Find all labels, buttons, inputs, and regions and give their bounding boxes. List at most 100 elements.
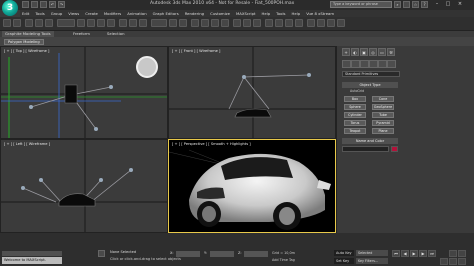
- angle-snap-icon[interactable]: [201, 19, 209, 27]
- communication-center-icon[interactable]: [403, 1, 410, 8]
- render-setup-icon[interactable]: [317, 19, 325, 27]
- key-filters-button[interactable]: Key Filters...: [356, 258, 388, 264]
- previous-frame-icon[interactable]: ◀: [401, 250, 409, 257]
- menu-maxscript[interactable]: MAXScript: [236, 10, 256, 17]
- space-warps-icon[interactable]: [387, 60, 396, 68]
- helpers-icon[interactable]: [378, 60, 387, 68]
- object-type-rollout-header[interactable]: Object Type: [342, 82, 398, 88]
- viewport-label-left[interactable]: [ + ] [ Left ] [ Wireframe ]: [4, 142, 50, 146]
- align-icon[interactable]: [253, 19, 261, 27]
- geosphere-button[interactable]: GeoSphere: [372, 104, 394, 110]
- curve-editor-icon[interactable]: [285, 19, 293, 27]
- named-selection-icon[interactable]: [233, 19, 241, 27]
- go-to-start-icon[interactable]: ⏮: [392, 250, 400, 257]
- selection-filter-dropdown[interactable]: [57, 19, 75, 27]
- bind-space-warp-icon[interactable]: [45, 19, 53, 27]
- hierarchy-tab[interactable]: ▣: [360, 48, 368, 56]
- cylinder-button[interactable]: Cylinder: [344, 112, 366, 118]
- maximize-button[interactable]: □: [443, 1, 453, 8]
- snaps-toggle-icon[interactable]: [191, 19, 199, 27]
- menu-animation[interactable]: Animation: [127, 10, 146, 17]
- menu-group[interactable]: Group: [51, 10, 63, 17]
- cameras-icon[interactable]: [369, 60, 378, 68]
- menu-graph-editors[interactable]: Graph Editors: [153, 10, 179, 17]
- orbit-icon[interactable]: [458, 258, 466, 265]
- graphite-toggle-icon[interactable]: [275, 19, 283, 27]
- rectangular-selection-icon[interactable]: [97, 19, 105, 27]
- save-file-icon[interactable]: [40, 1, 47, 8]
- window-crossing-icon[interactable]: [107, 19, 115, 27]
- y-coordinate-field[interactable]: [210, 251, 234, 257]
- object-name-field[interactable]: [342, 146, 389, 152]
- redo-icon[interactable]: ↷: [58, 1, 65, 8]
- rotate-icon[interactable]: [129, 19, 137, 27]
- viewport-front[interactable]: [ + ] [ Front ] [ Wireframe ]: [168, 46, 336, 139]
- viewport-perspective[interactable]: [ + ] [ Perspective ] [ Smooth + Highlig…: [168, 139, 336, 233]
- viewport-left[interactable]: [ + ] [ Left ] [ Wireframe ]: [0, 139, 168, 233]
- menu-help-2[interactable]: Help: [292, 10, 301, 17]
- menu-vue-xstream[interactable]: Vue 8 xStream: [306, 10, 334, 17]
- plane-button[interactable]: Plane: [372, 128, 394, 134]
- menu-customize[interactable]: Customize: [210, 10, 230, 17]
- primitive-category-dropdown[interactable]: Standard Primitives: [342, 71, 400, 77]
- pyramid-button[interactable]: Pyramid: [372, 120, 394, 126]
- material-editor-icon[interactable]: [307, 19, 315, 27]
- maximize-viewport-icon[interactable]: [458, 250, 466, 257]
- polygon-modeling-button[interactable]: Polygon Modeling: [4, 39, 44, 45]
- app-logo-icon[interactable]: 3: [2, 0, 18, 16]
- object-color-swatch[interactable]: [391, 146, 398, 152]
- schematic-view-icon[interactable]: [295, 19, 303, 27]
- open-file-icon[interactable]: [31, 1, 38, 8]
- box-button[interactable]: Box: [344, 96, 366, 102]
- menu-modifiers[interactable]: Modifiers: [104, 10, 121, 17]
- teapot-button[interactable]: Teapot: [344, 128, 366, 134]
- menu-rendering[interactable]: Rendering: [185, 10, 204, 17]
- go-to-end-icon[interactable]: ⏭: [428, 250, 436, 257]
- rendered-frame-icon[interactable]: [327, 19, 335, 27]
- search-input[interactable]: Type a keyword or phrase: [330, 1, 392, 8]
- maxscript-mini-listener[interactable]: Welcome to MAXScript.: [2, 257, 62, 264]
- scale-icon[interactable]: [139, 19, 147, 27]
- menu-help[interactable]: Help: [262, 10, 271, 17]
- viewport-label-front[interactable]: [ + ] [ Front ] [ Wireframe ]: [172, 49, 220, 53]
- menu-views[interactable]: Views: [68, 10, 79, 17]
- motion-tab[interactable]: ◎: [369, 48, 377, 56]
- cone-button[interactable]: Cone: [372, 96, 394, 102]
- lights-icon[interactable]: [360, 60, 369, 68]
- play-icon[interactable]: ▶: [410, 250, 418, 257]
- zoom-icon[interactable]: [440, 258, 448, 265]
- name-and-color-rollout-header[interactable]: Name and Color: [342, 138, 398, 144]
- modify-tab[interactable]: ◐: [351, 48, 359, 56]
- sphere-button[interactable]: Sphere: [344, 104, 366, 110]
- torus-button[interactable]: Torus: [344, 120, 366, 126]
- utilities-tab[interactable]: ⚒: [387, 48, 395, 56]
- layer-manager-icon[interactable]: [265, 19, 273, 27]
- close-button[interactable]: ×: [455, 1, 465, 8]
- create-tab[interactable]: +: [342, 48, 350, 56]
- viewport-label-top[interactable]: [ + ] [ Top ] [ Wireframe ]: [4, 49, 49, 53]
- key-mode-dropdown[interactable]: Selected: [356, 250, 388, 256]
- undo-tool-icon[interactable]: [3, 19, 11, 27]
- selection-lock-icon[interactable]: [98, 250, 105, 257]
- set-key-button[interactable]: Set Key: [334, 258, 354, 264]
- pivot-center-icon[interactable]: [169, 19, 177, 27]
- unlink-icon[interactable]: [35, 19, 43, 27]
- percent-snap-icon[interactable]: [211, 19, 219, 27]
- autogrid-checkbox[interactable]: AutoGrid: [350, 89, 364, 93]
- link-icon[interactable]: [25, 19, 33, 27]
- menu-edit[interactable]: Edit: [22, 10, 29, 17]
- tube-button[interactable]: Tube: [372, 112, 394, 118]
- select-manipulate-icon[interactable]: [179, 19, 187, 27]
- auto-key-button[interactable]: Auto Key: [334, 250, 354, 256]
- undo-icon[interactable]: ↶: [49, 1, 56, 8]
- z-coordinate-field[interactable]: [244, 251, 268, 257]
- x-coordinate-field[interactable]: [176, 251, 200, 257]
- zoom-extents-icon[interactable]: [449, 250, 457, 257]
- redo-tool-icon[interactable]: [13, 19, 21, 27]
- mirror-icon[interactable]: [243, 19, 251, 27]
- menu-create[interactable]: Create: [85, 10, 98, 17]
- geometry-icon[interactable]: [342, 60, 351, 68]
- menu-tools[interactable]: Tools: [35, 10, 44, 17]
- move-icon[interactable]: [119, 19, 127, 27]
- display-tab[interactable]: ▭: [378, 48, 386, 56]
